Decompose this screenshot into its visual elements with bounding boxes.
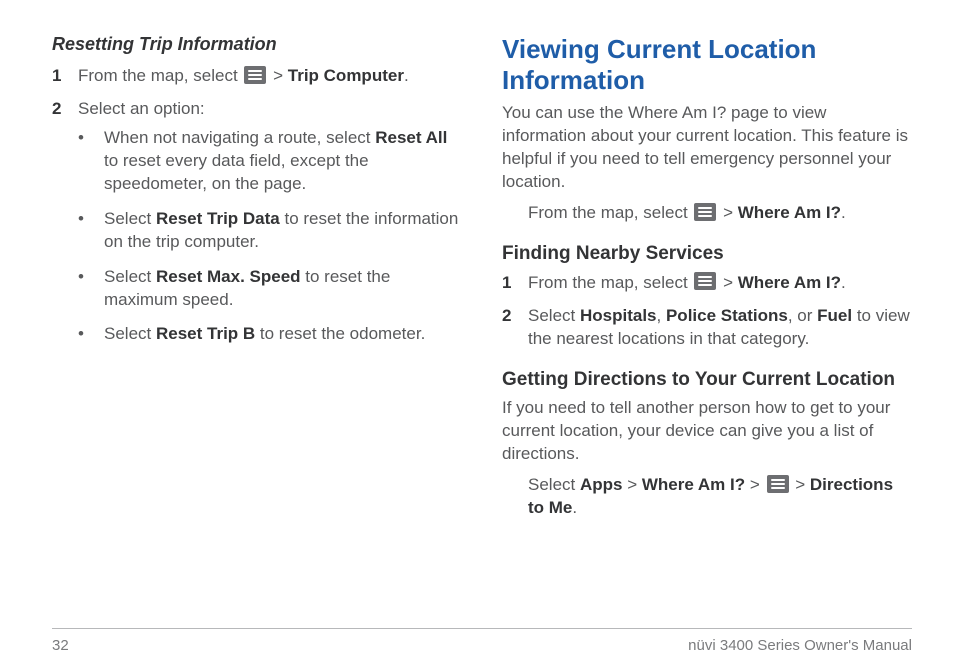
bold-text: Fuel [817,306,852,325]
sub-heading-2: Getting Directions to Your Current Locat… [502,369,912,392]
step-body: From the map, select > Trip Computer. [78,65,462,88]
left-heading: Resetting Trip Information [52,34,462,55]
sub2-intro: If you need to tell another person how t… [502,397,912,466]
bullet-body: Select Reset Trip B to reset the odomete… [104,323,462,346]
text: > [622,475,641,494]
page-footer: 32 nüvi 3400 Series Owner's Manual [52,628,912,672]
sub2-step: Select Apps > Where Am I? > > Directions… [502,474,912,520]
text: . [841,273,846,292]
intro-step: From the map, select > Where Am I?. [502,202,912,225]
bold-text: Reset All [375,128,447,147]
text: > [718,203,737,222]
bold-text: Reset Max. Speed [156,267,301,286]
bullet-item: • When not navigating a route, select Re… [78,127,462,196]
bullet-list: • When not navigating a route, select Re… [78,127,462,347]
text: When not navigating a route, select [104,128,375,147]
bold-text: Where Am I? [738,273,841,292]
step-number: 1 [502,272,528,295]
step-2: 2 Select Hospitals, Police Stations, or … [502,305,912,351]
bullet-item: • Select Reset Trip B to reset the odome… [78,323,462,346]
step-number: 2 [502,305,528,351]
text: , [657,306,666,325]
bold-text: Apps [580,475,623,494]
step-number: 2 [52,98,78,358]
text: to reset every data field, except the sp… [104,151,369,193]
text: Select [528,475,580,494]
manual-title: nüvi 3400 Series Owner's Manual [688,637,912,654]
text: From the map, select [528,273,692,292]
step-body: Select Hospitals, Police Stations, or Fu… [528,305,912,351]
content-columns: Resetting Trip Information 1 From the ma… [52,34,912,612]
left-column: Resetting Trip Information 1 From the ma… [52,34,462,612]
text: Select [104,267,156,286]
text: > [268,66,287,85]
sub1-steps: 1 From the map, select > Where Am I?. 2 … [502,272,912,351]
bold-text: Police Stations [666,306,788,325]
step-1: 1 From the map, select > Trip Computer. [52,65,462,88]
bullet-marker: • [78,127,104,196]
bullet-marker: • [78,266,104,312]
text: . [404,66,409,85]
text: , or [788,306,817,325]
menu-icon [694,203,716,221]
bullet-marker: • [78,208,104,254]
bullet-item: • Select Reset Trip Data to reset the in… [78,208,462,254]
text: From the map, select [528,203,692,222]
text: From the map, select [78,66,242,85]
bold-text: Where Am I? [642,475,745,494]
text: > [718,273,737,292]
bold-text: Reset Trip B [156,324,255,343]
text: Select [528,306,580,325]
right-column: Viewing Current Location Information You… [502,34,912,612]
bullet-body: When not navigating a route, select Rese… [104,127,462,196]
step-number: 1 [52,65,78,88]
text: > [791,475,810,494]
bullet-body: Select Reset Trip Data to reset the info… [104,208,462,254]
text: > [745,475,764,494]
page-number: 32 [52,637,69,654]
step-body: From the map, select > Where Am I?. [528,272,912,295]
menu-icon [767,475,789,493]
bullet-item: • Select Reset Max. Speed to reset the m… [78,266,462,312]
left-steps: 1 From the map, select > Trip Computer. … [52,65,462,358]
intro-text: You can use the Where Am I? page to view… [502,102,912,194]
sub-heading-1: Finding Nearby Services [502,243,912,266]
bullet-marker: • [78,323,104,346]
menu-icon [694,272,716,290]
text: . [841,203,846,222]
bold-text: Reset Trip Data [156,209,280,228]
bullet-body: Select Reset Max. Speed to reset the max… [104,266,462,312]
bold-text: Where Am I? [738,203,841,222]
step-2: 2 Select an option: • When not navigatin… [52,98,462,358]
menu-icon [244,66,266,84]
bold-text: Hospitals [580,306,657,325]
text: Select [104,209,156,228]
text: . [572,498,577,517]
step-body: Select an option: • When not navigating … [78,98,462,358]
text: Select [104,324,156,343]
right-heading: Viewing Current Location Information [502,34,912,96]
text: to reset the odometer. [255,324,425,343]
bold-text: Trip Computer [288,66,404,85]
step-1: 1 From the map, select > Where Am I?. [502,272,912,295]
text: Select an option: [78,99,205,118]
manual-page: Resetting Trip Information 1 From the ma… [0,0,954,672]
